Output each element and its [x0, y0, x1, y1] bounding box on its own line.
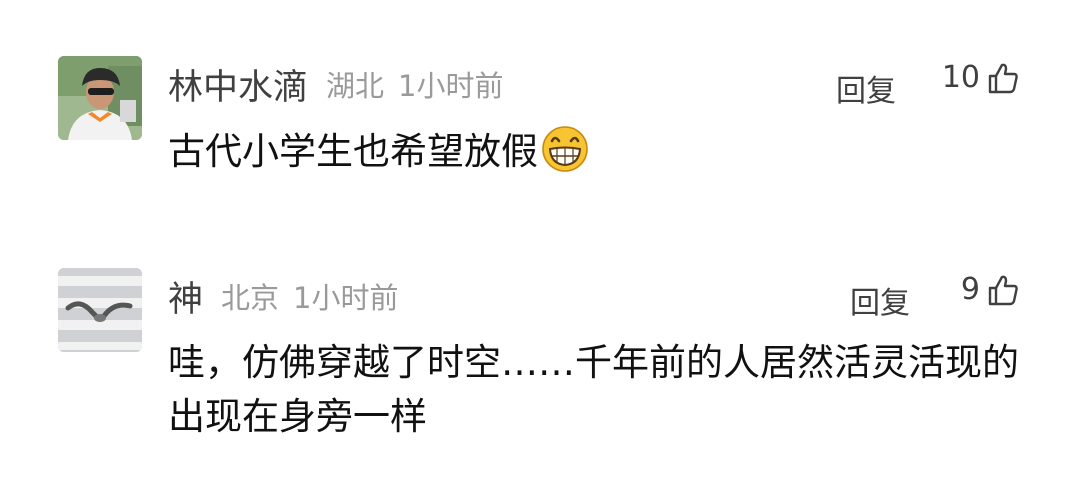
thumbs-up-icon [988, 275, 1018, 305]
thumbs-up-icon [988, 63, 1018, 93]
comment-time: 1小时前 [398, 69, 504, 103]
avatar-cyclist-photo [58, 56, 142, 140]
comment-text-content: 古代小学生也希望放假 [168, 130, 538, 173]
avatar[interactable] [58, 56, 142, 140]
username[interactable]: 林中水滴 [168, 59, 308, 110]
comment-text: 古代小学生也希望放假 [168, 124, 1020, 179]
comment-header: 林中水滴 湖北 1小时前 [168, 54, 503, 114]
comment-text: 哇，仿佛穿越了时空……千年前的人居然活灵活现的出现在身旁一样 [168, 336, 1020, 444]
like-count: 10 [941, 60, 980, 95]
like-button[interactable]: 9 [961, 272, 1020, 307]
like-button[interactable]: 10 [942, 60, 1020, 95]
comment-time: 1小时前 [293, 281, 399, 315]
comment-location: 湖北 [326, 69, 385, 103]
comment-item: 神 北京 1小时前 回复 9 哇，仿佛穿越了时空……千年前的人居然活灵活现的出现… [0, 240, 1080, 483]
reply-button[interactable]: 回复 [836, 66, 896, 110]
comment-header: 神 北京 1小时前 [168, 266, 398, 326]
avatar[interactable] [58, 268, 142, 352]
comment-text-content: 哇，仿佛穿越了时空……千年前的人居然活灵活现的出现在身旁一样 [168, 341, 1019, 438]
like-count: 9 [960, 272, 980, 307]
comment-item: 林中水滴 湖北 1小时前 回复 10 古代小学生也希望放假 [0, 0, 1080, 240]
grinning-face-icon [542, 126, 588, 172]
avatar-crosswalk-photo [58, 268, 142, 352]
username[interactable]: 神 [168, 271, 203, 322]
comment-location: 北京 [221, 281, 280, 315]
reply-button[interactable]: 回复 [850, 278, 910, 322]
